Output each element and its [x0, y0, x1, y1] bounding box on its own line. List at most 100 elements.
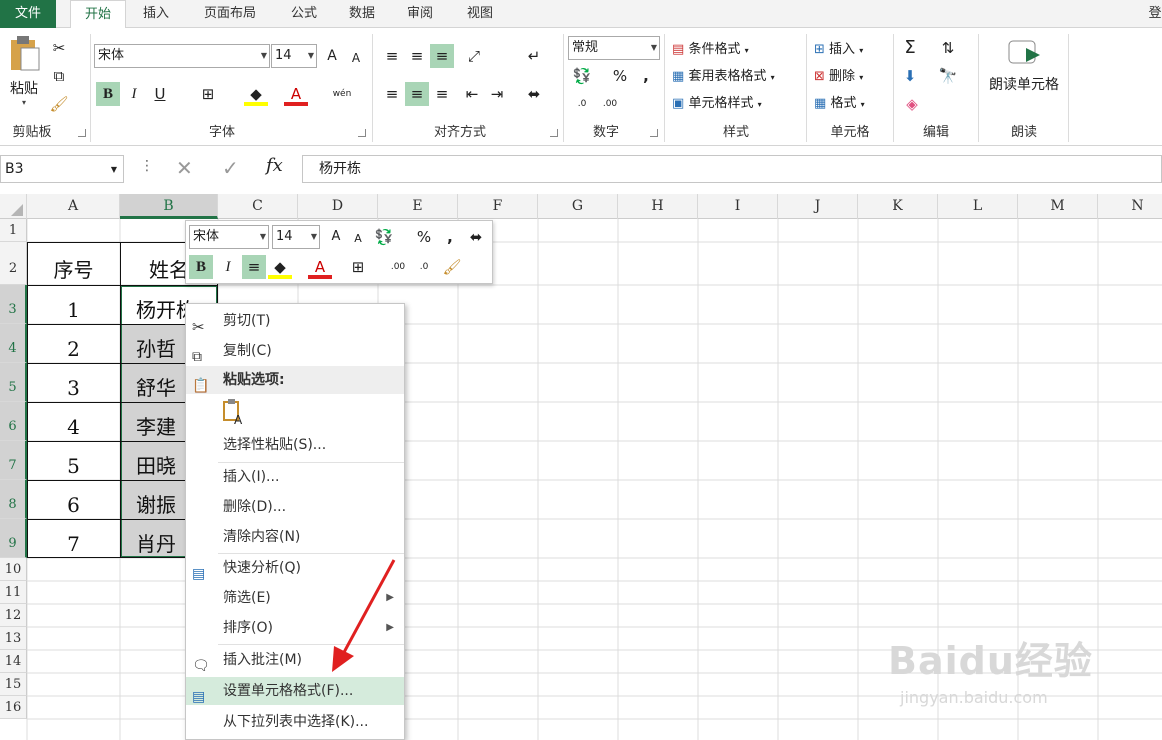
- row-header-3[interactable]: 3: [0, 285, 27, 324]
- number-launcher-icon[interactable]: [650, 129, 658, 137]
- enter-icon[interactable]: ✓: [222, 156, 239, 180]
- cut-icon[interactable]: ✂: [47, 36, 71, 60]
- column-header-l[interactable]: L: [938, 194, 1018, 219]
- mini-decrease-decimal-icon[interactable]: .0: [412, 255, 436, 279]
- italic-button[interactable]: I: [122, 82, 146, 106]
- mini-merge-icon[interactable]: ⬌: [464, 225, 488, 249]
- mini-comma-button[interactable]: ,: [438, 225, 462, 249]
- tab-page-layout[interactable]: 页面布局: [190, 0, 270, 28]
- phonetic-button[interactable]: wén: [330, 82, 354, 106]
- fill-color-icon[interactable]: ◆: [244, 82, 268, 106]
- sort-filter-icon[interactable]: ⇅: [936, 36, 960, 60]
- table-cell[interactable]: 3: [27, 363, 120, 402]
- row-header-6[interactable]: 6: [0, 402, 27, 441]
- column-header-a[interactable]: A: [27, 194, 120, 219]
- copy-icon[interactable]: ⧉: [47, 64, 71, 88]
- tab-view[interactable]: 视图: [454, 0, 506, 28]
- row-header-5[interactable]: 5: [0, 363, 27, 402]
- row-header-8[interactable]: 8: [0, 480, 27, 519]
- font-size-box[interactable]: 14 ▼: [271, 44, 317, 68]
- table-cell[interactable]: 2: [27, 324, 120, 363]
- align-center-icon[interactable]: ≡: [405, 82, 429, 106]
- column-header-h[interactable]: H: [618, 194, 698, 219]
- more-icon[interactable]: ⋮: [140, 158, 154, 174]
- mini-shrink-font-icon[interactable]: A: [346, 227, 370, 251]
- shrink-font-button[interactable]: A: [344, 46, 368, 70]
- align-left-icon[interactable]: ≡: [380, 82, 404, 106]
- table-header-cell[interactable]: 序号: [27, 242, 120, 285]
- font-color-button[interactable]: A: [284, 82, 308, 106]
- increase-indent-icon[interactable]: ⇥: [485, 82, 509, 106]
- login-link[interactable]: 登: [1148, 0, 1162, 28]
- menu-item-delete[interactable]: 删除(D)...: [186, 493, 404, 521]
- row-header-9[interactable]: 9: [0, 519, 27, 558]
- row-header-14[interactable]: 14: [0, 650, 27, 673]
- orientation-icon[interactable]: ⤢: [462, 44, 486, 68]
- row-header-15[interactable]: 15: [0, 673, 27, 696]
- currency-icon[interactable]: 💱: [570, 64, 594, 88]
- cell-styles-button[interactable]: ▣ 单元格样式 ▾: [672, 92, 762, 111]
- grow-font-button[interactable]: A: [320, 44, 344, 68]
- tab-home[interactable]: 开始: [70, 0, 126, 29]
- font-launcher-icon[interactable]: [358, 129, 366, 137]
- column-header-k[interactable]: K: [858, 194, 938, 219]
- column-header-f[interactable]: F: [458, 194, 538, 219]
- row-header-2[interactable]: 2: [0, 242, 27, 285]
- column-header-i[interactable]: I: [698, 194, 778, 219]
- read-cells-button[interactable]: 朗读单元格: [984, 38, 1064, 94]
- mini-center-icon[interactable]: ≡: [242, 255, 266, 279]
- table-cell[interactable]: 6: [27, 480, 120, 519]
- menu-item-copy[interactable]: ⧉ 复制(C): [186, 337, 404, 365]
- column-header-m[interactable]: M: [1018, 194, 1098, 219]
- mini-font-box[interactable]: 宋体 ▼: [189, 225, 269, 249]
- align-top-icon[interactable]: ≡: [380, 44, 404, 68]
- menu-item-pick-from-list[interactable]: 从下拉列表中选择(K)...: [186, 708, 404, 736]
- mini-size-box[interactable]: 14 ▼: [272, 225, 320, 249]
- percent-button[interactable]: %: [608, 64, 632, 88]
- row-header-4[interactable]: 4: [0, 324, 27, 363]
- mini-format-painter-icon[interactable]: 🖌: [440, 255, 464, 279]
- row-header-10[interactable]: 10: [0, 558, 27, 581]
- clipboard-launcher-icon[interactable]: [78, 129, 86, 137]
- row-header-12[interactable]: 12: [0, 604, 27, 627]
- paste-values-button[interactable]: A: [222, 398, 248, 428]
- tab-data[interactable]: 数据: [336, 0, 388, 28]
- number-format-box[interactable]: 常规 ▼: [568, 36, 660, 60]
- name-box[interactable]: B3 ▼: [0, 155, 124, 183]
- mini-percent-button[interactable]: %: [412, 225, 436, 249]
- wrap-text-icon[interactable]: ↵: [522, 44, 546, 68]
- increase-decimal-button[interactable]: .0: [570, 92, 594, 116]
- decrease-decimal-button[interactable]: .00: [598, 92, 622, 116]
- align-middle-icon[interactable]: ≡: [405, 44, 429, 68]
- mini-currency-icon[interactable]: 💱: [372, 225, 396, 249]
- merge-center-icon[interactable]: ⬌: [522, 82, 546, 106]
- row-header-13[interactable]: 13: [0, 627, 27, 650]
- mini-increase-decimal-icon[interactable]: .00: [386, 255, 410, 279]
- font-name-box[interactable]: 宋体 ▼: [94, 44, 270, 68]
- mini-grow-font-icon[interactable]: A: [324, 225, 348, 249]
- format-cells-button[interactable]: ▦ 格式 ▾: [814, 92, 865, 111]
- mini-font-color-icon[interactable]: A: [308, 255, 332, 279]
- mini-italic-button[interactable]: I: [216, 255, 240, 279]
- insert-cells-button[interactable]: ⊞ 插入 ▾: [814, 38, 863, 57]
- tab-file[interactable]: 文件: [0, 0, 56, 28]
- column-header-c[interactable]: C: [218, 194, 298, 219]
- delete-cells-button[interactable]: ⊠ 删除 ▾: [814, 65, 863, 84]
- bold-button[interactable]: B: [96, 82, 120, 106]
- autosum-button[interactable]: Σ: [898, 36, 922, 60]
- align-right-icon[interactable]: ≡: [430, 82, 454, 106]
- find-select-icon[interactable]: 🔭: [936, 64, 960, 88]
- format-as-table-button[interactable]: ▦ 套用表格格式 ▾: [672, 65, 775, 84]
- row-header-7[interactable]: 7: [0, 441, 27, 480]
- column-header-b[interactable]: B: [120, 194, 218, 219]
- decrease-indent-icon[interactable]: ⇤: [460, 82, 484, 106]
- paste-button[interactable]: 粘贴 ▾: [4, 34, 44, 110]
- menu-item-clear[interactable]: 清除内容(N): [186, 523, 404, 551]
- conditional-format-button[interactable]: ▤ 条件格式 ▾: [672, 38, 749, 57]
- cancel-icon[interactable]: ✕: [176, 156, 193, 180]
- mini-bold-button[interactable]: B: [189, 255, 213, 279]
- menu-item-paste-special[interactable]: 选择性粘贴(S)...: [186, 431, 404, 459]
- mini-fill-color-icon[interactable]: ◆: [268, 255, 292, 279]
- underline-button[interactable]: U: [148, 82, 172, 106]
- clear-icon[interactable]: ◈: [900, 92, 924, 116]
